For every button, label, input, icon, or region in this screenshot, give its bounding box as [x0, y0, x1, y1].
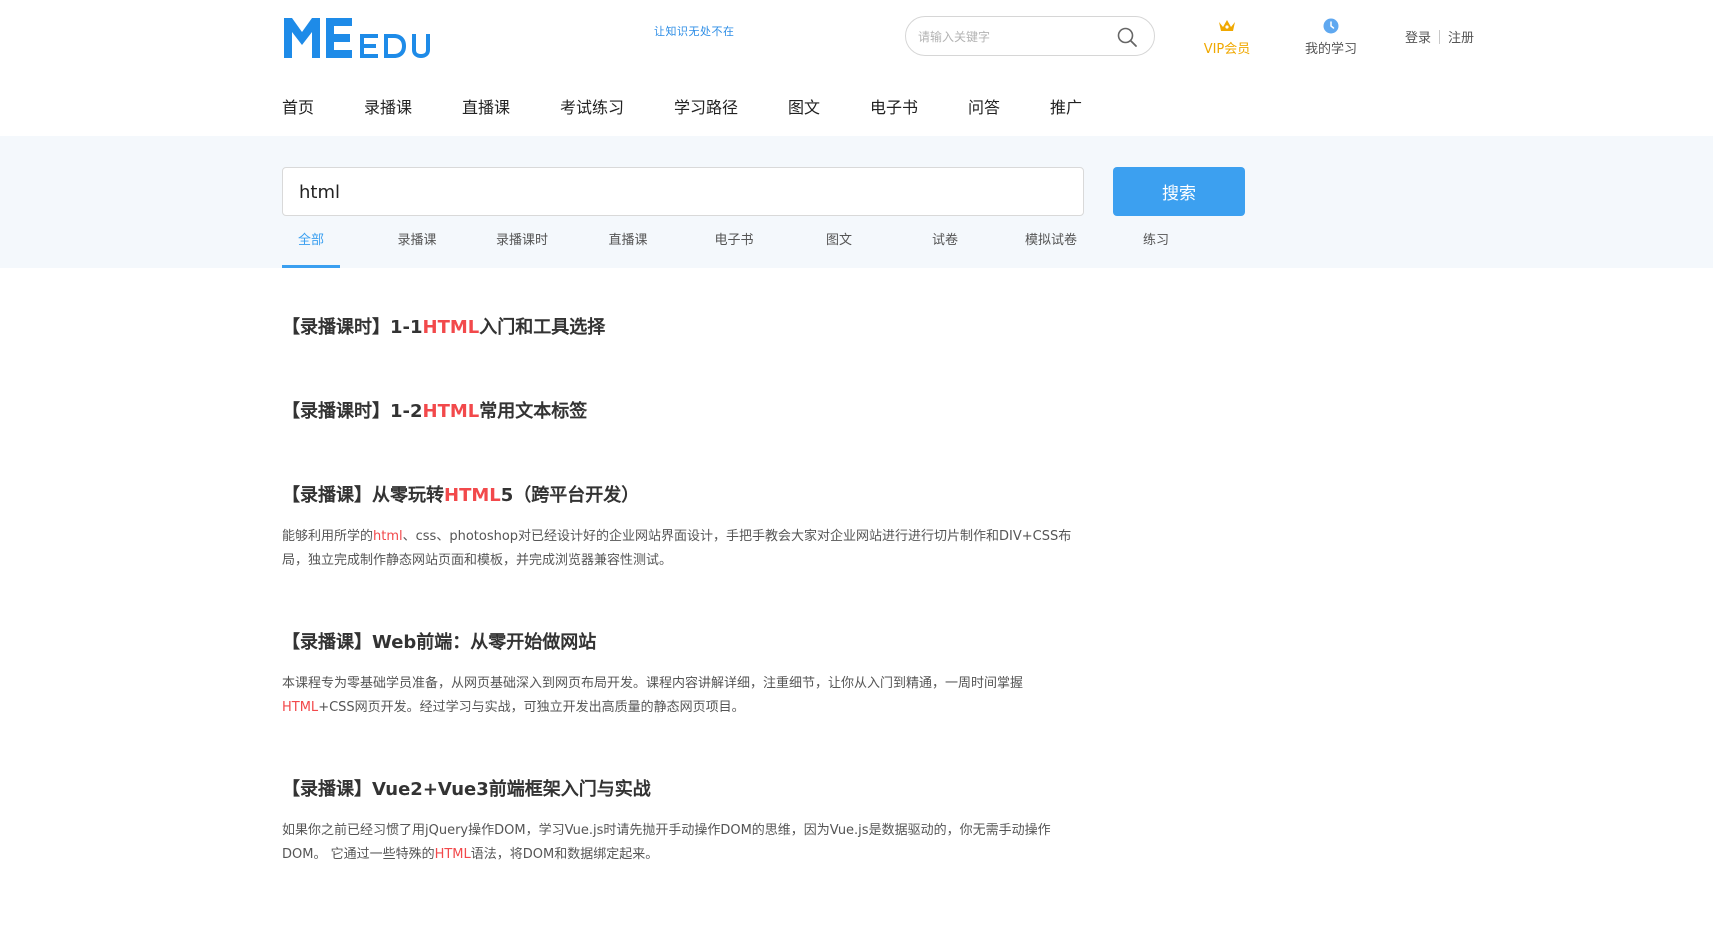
result-desc-keyword: HTML	[282, 700, 319, 715]
result-title-link[interactable]: 【录播课时】1-2HTML常用文本标签	[282, 400, 1092, 424]
nav-item-recorded-courses[interactable]: 录播课	[364, 94, 412, 118]
nav-item-ebooks[interactable]: 电子书	[870, 94, 918, 118]
result-item: 【录播课】Web前端：从零开始做网站 本课程专为零基础学员准备，从网页基础深入到…	[282, 631, 1092, 720]
nav-item-promotion[interactable]: 推广	[1050, 94, 1082, 118]
keyword-search-box[interactable]	[282, 167, 1084, 216]
nav-item-exam-practice[interactable]: 考试练习	[560, 94, 624, 118]
result-type-tabs: 全部 录播课 录播课时 直播课 电子书 图文 试卷 模拟试卷 练习	[282, 232, 1182, 268]
crown-icon	[1219, 20, 1235, 31]
my-study-label: 我的学习	[1304, 42, 1357, 57]
result-desc-text: 本课程专为零基础学员准备，从网页基础深入到网页布局开发。课程内容讲解详细，注重细…	[282, 676, 1024, 691]
search-button[interactable]: 搜索	[1113, 167, 1245, 216]
result-description: 本课程专为零基础学员准备，从网页基础深入到网页布局开发。课程内容讲解详细，注重细…	[282, 672, 1087, 720]
result-desc-keyword: html	[373, 529, 403, 544]
nav-item-learning-path[interactable]: 学习路径	[674, 94, 738, 118]
register-link[interactable]: 注册	[1448, 31, 1474, 46]
tab-all[interactable]: 全部	[282, 232, 340, 268]
result-title-keyword: HTML	[422, 401, 480, 422]
result-title-link[interactable]: 【录播课】从零玩转HTML5（跨平台开发）	[282, 484, 1092, 508]
result-title-link[interactable]: 【录播课时】1-1HTML入门和工具选择	[282, 316, 1092, 340]
result-desc-text: +CSS网页开发。经过学习与实战，可独立开发出高质量的静态网页项目。	[318, 700, 745, 715]
result-title-link[interactable]: 【录播课】Web前端：从零开始做网站	[282, 631, 1092, 655]
nav-item-articles[interactable]: 图文	[788, 94, 820, 118]
result-item: 【录播课时】1-1HTML入门和工具选择	[282, 316, 1092, 340]
result-title-text: 【录播课时】1-2	[282, 401, 423, 422]
result-title-text: 入门和工具选择	[479, 317, 606, 338]
site-logo[interactable]: 让知识无处不在	[282, 12, 734, 62]
result-title-text: 【录播课】Web前端：从零开始做网站	[282, 632, 597, 653]
clock-icon	[1323, 18, 1339, 34]
result-title-text: 【录播课】从零玩转	[282, 485, 444, 506]
result-desc-text: 语法，将DOM和数据绑定起来。	[470, 847, 659, 862]
search-panel: 搜索 全部 录播课 录播课时 直播课 电子书 图文 试卷 模拟试卷 练习	[0, 136, 1713, 268]
tab-articles[interactable]: 图文	[810, 232, 868, 268]
vip-member-label: VIP会员	[1203, 42, 1251, 57]
result-title-text: 常用文本标签	[479, 401, 588, 422]
tab-practice[interactable]: 练习	[1127, 232, 1185, 268]
header-search-box[interactable]	[905, 16, 1155, 56]
search-icon[interactable]	[1116, 26, 1138, 48]
result-title-keyword: HTML	[444, 485, 501, 506]
auth-divider	[1439, 30, 1441, 44]
result-item: 【录播课】Vue2+Vue3前端框架入门与实战 如果你之前已经习惯了用jQuer…	[282, 778, 1092, 867]
nav-item-qa[interactable]: 问答	[968, 94, 1000, 118]
tab-mock-papers[interactable]: 模拟试卷	[1022, 232, 1080, 268]
result-title-link[interactable]: 【录播课】Vue2+Vue3前端框架入门与实战	[282, 778, 1092, 802]
result-title-text: 【录播课】Vue2+Vue3前端框架入门与实战	[282, 779, 651, 800]
vip-member-link[interactable]: VIP会员	[1195, 18, 1259, 57]
auth-links: 登录 注册	[1405, 27, 1474, 46]
tab-recorded-lessons[interactable]: 录播课时	[493, 232, 551, 268]
result-description: 能够利用所学的html、css、photoshop对已经设计好的企业网站界面设计…	[282, 525, 1087, 573]
tab-ebooks[interactable]: 电子书	[705, 232, 763, 268]
site-header: 让知识无处不在 VIP会员 我的学习 登录注册 首页 录播课 直播课 考试练习 …	[0, 0, 1713, 136]
tab-recorded-courses[interactable]: 录播课	[388, 232, 446, 268]
tab-live-courses[interactable]: 直播课	[599, 232, 657, 268]
result-desc-keyword: HTML	[434, 847, 471, 862]
result-item: 【录播课时】1-2HTML常用文本标签	[282, 400, 1092, 424]
keyword-search-input[interactable]	[299, 179, 1059, 205]
tab-papers[interactable]: 试卷	[916, 232, 974, 268]
result-title-keyword: HTML	[422, 317, 480, 338]
logo-slogan: 让知识无处不在	[654, 25, 735, 38]
result-item: 【录播课】从零玩转HTML5（跨平台开发） 能够利用所学的html、css、ph…	[282, 484, 1092, 573]
meedu-logo-graphic	[284, 18, 430, 58]
result-title-text: 5（跨平台开发）	[500, 485, 640, 506]
result-desc-text: 如果你之前已经习惯了用jQuery操作DOM，学习Vue.js时请先抛开手动操作…	[282, 823, 1051, 862]
login-link[interactable]: 登录	[1405, 31, 1431, 46]
header-search-input[interactable]	[918, 26, 1108, 48]
result-desc-text: 能够利用所学的	[282, 529, 374, 544]
result-description: 如果你之前已经习惯了用jQuery操作DOM，学习Vue.js时请先抛开手动操作…	[282, 819, 1087, 867]
my-study-link[interactable]: 我的学习	[1295, 18, 1367, 57]
nav-item-home[interactable]: 首页	[282, 94, 314, 118]
result-title-text: 【录播课时】1-1	[282, 317, 423, 338]
nav-item-live-courses[interactable]: 直播课	[462, 94, 510, 118]
